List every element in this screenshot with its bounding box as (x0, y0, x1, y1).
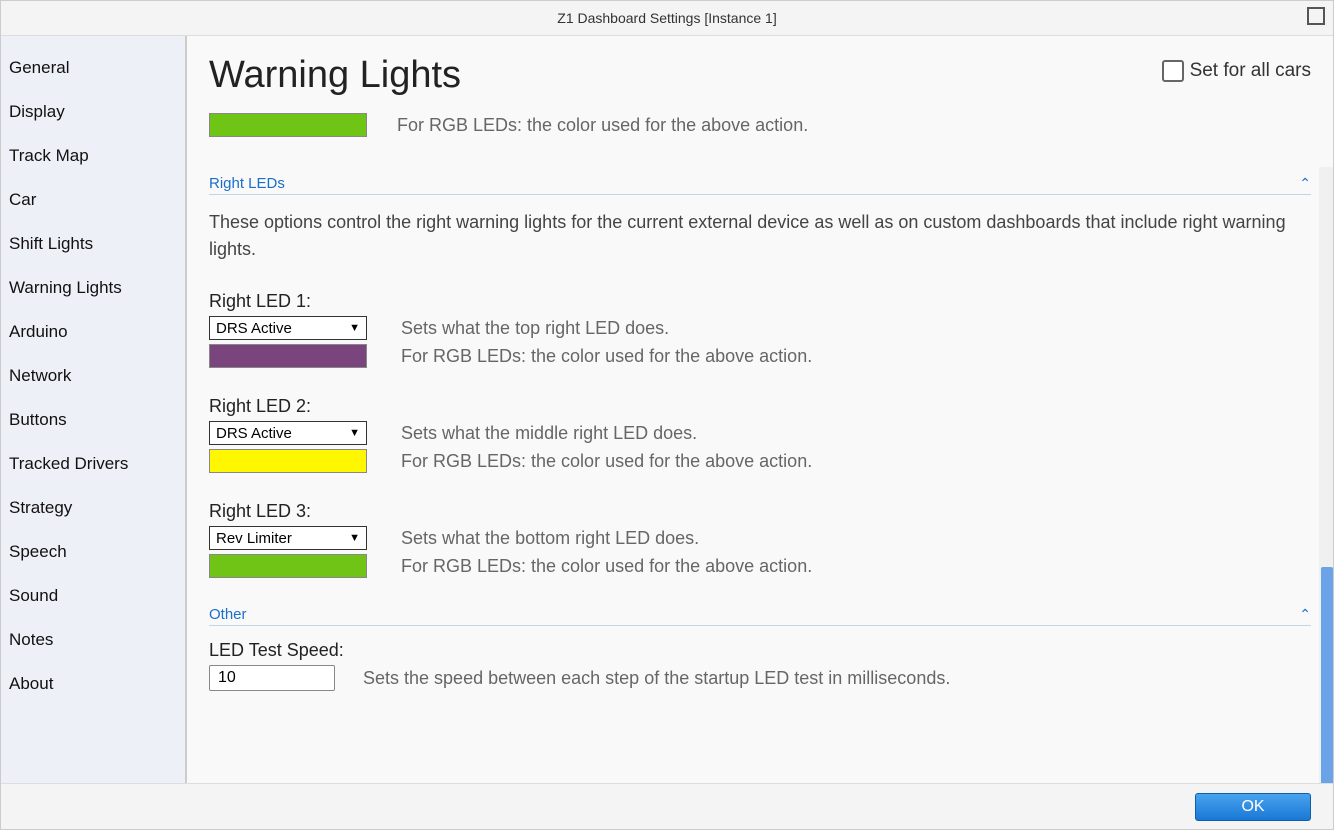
sidebar-item-notes[interactable]: Notes (1, 618, 185, 662)
content-area: For RGB LEDs: the color used for the abo… (187, 107, 1333, 715)
main-panel: Warning Lights Set for all cars For RGB … (187, 36, 1333, 783)
set-all-checkbox[interactable] (1162, 60, 1184, 82)
right-led-3-select[interactable]: Rev Limiter ▼ (209, 526, 367, 550)
led-test-desc: Sets the speed between each step of the … (363, 668, 950, 689)
chevron-down-icon: ▼ (349, 532, 360, 544)
sidebar: General Display Track Map Car Shift Ligh… (1, 36, 187, 783)
right-led-3-value: Rev Limiter (216, 530, 292, 547)
page-title: Warning Lights (209, 54, 461, 97)
section-right-leds-title: Right LEDs (209, 175, 285, 192)
right-led-2-color[interactable] (209, 449, 367, 473)
ok-button[interactable]: OK (1195, 793, 1311, 821)
led-test-input[interactable]: 10 (209, 665, 335, 691)
right-led-2-desc1: Sets what the middle right LED does. (401, 423, 1311, 444)
sidebar-item-display[interactable]: Display (1, 90, 185, 134)
right-led-1-color[interactable] (209, 344, 367, 368)
right-led-1-value: DRS Active (216, 320, 292, 337)
top-color-swatch[interactable] (209, 113, 367, 137)
chevron-up-icon: ⌃ (1299, 606, 1311, 623)
chevron-down-icon: ▼ (349, 322, 360, 334)
sidebar-item-speech[interactable]: Speech (1, 530, 185, 574)
right-led-3-desc1: Sets what the bottom right LED does. (401, 528, 1311, 549)
maximize-icon[interactable] (1307, 7, 1325, 25)
section-other[interactable]: Other ⌃ (209, 606, 1311, 626)
set-all-label: Set for all cars (1190, 60, 1311, 82)
right-led-3-label: Right LED 3: (209, 501, 1311, 522)
footer: OK (1, 783, 1333, 829)
right-led-1-desc1: Sets what the top right LED does. (401, 318, 1311, 339)
right-led-1-desc2: For RGB LEDs: the color used for the abo… (401, 346, 1311, 367)
right-led-1-label: Right LED 1: (209, 291, 1311, 312)
section-other-title: Other (209, 606, 247, 623)
sidebar-item-sound[interactable]: Sound (1, 574, 185, 618)
sidebar-item-car[interactable]: Car (1, 178, 185, 222)
right-led-2-label: Right LED 2: (209, 396, 1311, 417)
sidebar-item-buttons[interactable]: Buttons (1, 398, 185, 442)
scrollbar-track[interactable] (1319, 167, 1333, 783)
right-leds-intro: These options control the right warning … (209, 209, 1311, 263)
right-led-3-color[interactable] (209, 554, 367, 578)
right-led-2-select[interactable]: DRS Active ▼ (209, 421, 367, 445)
sidebar-item-strategy[interactable]: Strategy (1, 486, 185, 530)
led-test-value: 10 (218, 669, 236, 687)
sidebar-item-arduino[interactable]: Arduino (1, 310, 185, 354)
set-all-cars[interactable]: Set for all cars (1162, 60, 1311, 82)
sidebar-item-track-map[interactable]: Track Map (1, 134, 185, 178)
right-led-2-desc2: For RGB LEDs: the color used for the abo… (401, 451, 1311, 472)
top-color-desc: For RGB LEDs: the color used for the abo… (397, 115, 808, 136)
window-title: Z1 Dashboard Settings [Instance 1] (557, 10, 776, 26)
chevron-down-icon: ▼ (349, 427, 360, 439)
sidebar-item-shift-lights[interactable]: Shift Lights (1, 222, 185, 266)
right-led-2-value: DRS Active (216, 425, 292, 442)
sidebar-item-general[interactable]: General (1, 46, 185, 90)
chevron-up-icon: ⌃ (1299, 175, 1311, 192)
sidebar-item-about[interactable]: About (1, 662, 185, 706)
scrollbar-thumb[interactable] (1321, 567, 1333, 783)
right-led-1-select[interactable]: DRS Active ▼ (209, 316, 367, 340)
right-led-3-desc2: For RGB LEDs: the color used for the abo… (401, 556, 1311, 577)
section-right-leds[interactable]: Right LEDs ⌃ (209, 175, 1311, 195)
sidebar-item-network[interactable]: Network (1, 354, 185, 398)
titlebar: Z1 Dashboard Settings [Instance 1] (1, 1, 1333, 36)
led-test-label: LED Test Speed: (209, 640, 1311, 661)
sidebar-item-warning-lights[interactable]: Warning Lights (1, 266, 185, 310)
sidebar-item-tracked-drivers[interactable]: Tracked Drivers (1, 442, 185, 486)
